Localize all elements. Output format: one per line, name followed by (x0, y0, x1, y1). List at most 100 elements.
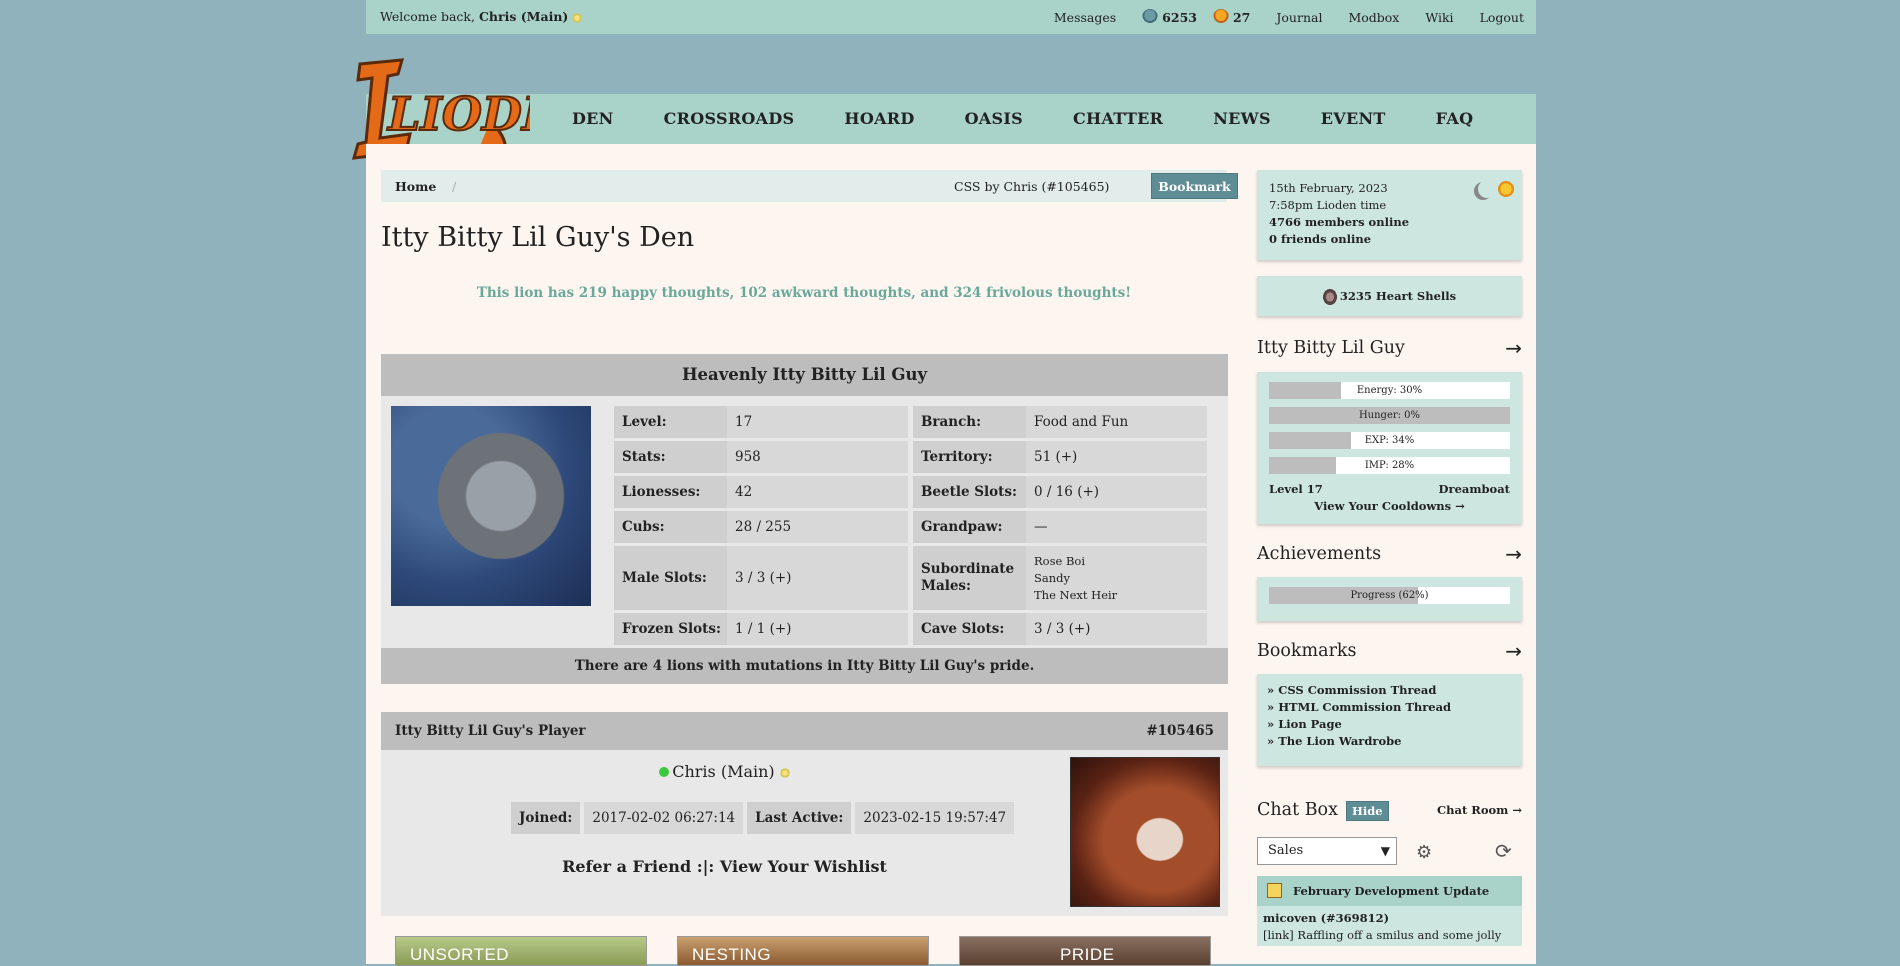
lioden-time: 7:58pm Lioden time (1269, 198, 1387, 212)
sun-icon (1498, 181, 1514, 197)
chat-room-link[interactable]: Chat Room → (1437, 803, 1522, 817)
nav-item-faq[interactable]: FAQ (1436, 109, 1474, 128)
bookmark-link[interactable]: » CSS Commission Thread (1267, 682, 1512, 699)
flower-icon (572, 11, 583, 24)
pride-overview-thumb[interactable]: PRIDE OVERVIEW (959, 936, 1211, 966)
date: 15th February, 2023 (1269, 181, 1388, 195)
thoughts-text: This lion has 219 happy thoughts, 102 aw… (476, 285, 1132, 301)
subordinate-male-link[interactable]: The Next Heir (1034, 587, 1117, 604)
lion-rank: Dreamboat (1438, 482, 1510, 496)
nav-item-hoard[interactable]: HOARD (844, 109, 914, 128)
golden-beetle-icon (1212, 9, 1229, 25)
bookmark-link[interactable]: » Lion Page (1267, 716, 1512, 733)
player-header-title: Itty Bitty Lil Guy's Player (395, 723, 586, 739)
wiki-link[interactable]: Wiki (1425, 9, 1453, 25)
player-dates: Joined: 2017-02-02 06:27:14 Last Active:… (511, 802, 1015, 834)
nav-item-event[interactable]: EVENT (1321, 109, 1386, 128)
nav-item-crossroads[interactable]: CROSSROADS (664, 109, 795, 128)
lion-stats-table: Level: 17 Branch: Food and Fun Stats: 958 Terr… (614, 406, 1207, 648)
cooldowns-link[interactable]: View Your Cooldowns → (1269, 499, 1510, 513)
svg-text:LIODEN: LIODEN (386, 87, 530, 141)
stat-left-0: Level: 17 (614, 406, 908, 438)
lion-image[interactable] (391, 406, 591, 606)
chevron-down-icon: ▼ (1380, 844, 1390, 858)
time-box: 15th February, 2023 7:58pm Lioden time 4… (1257, 170, 1522, 260)
bookmark-link[interactable]: » The Lion Wardrobe (1267, 733, 1512, 750)
chat-message: micoven (#369812) [link] Raffling off a … (1257, 906, 1522, 946)
arrow-right-icon[interactable]: → (1505, 639, 1522, 663)
player-avatar[interactable] (1070, 757, 1220, 907)
lion-status-header[interactable]: Itty Bitty Lil Guy → (1257, 336, 1522, 360)
friends-online[interactable]: 0 friends online (1269, 231, 1510, 248)
bookmarks-header[interactable]: Bookmarks → (1257, 639, 1522, 663)
welcome-text: Welcome back, Chris (Main) (380, 9, 583, 24)
bar-fill (1269, 382, 1342, 399)
player-header: Itty Bitty Lil Guy's Player #105465 (381, 712, 1228, 750)
chat-hide-button[interactable]: Hide (1346, 801, 1389, 821)
bookmark-link[interactable]: » HTML Commission Thread (1267, 699, 1512, 716)
lion-status-box: Energy: 30% Hunger: 0% EXP: 34% IMP: 28% Le… (1257, 372, 1522, 524)
last-active-date: 2023-02-15 19:57:47 (855, 802, 1015, 834)
top-bar: Welcome back, Chris (Main) Messages 6253… (366, 0, 1536, 34)
lion-title: Heavenly Itty Bitty Lil Guy (381, 354, 1228, 396)
chat-channel-select[interactable]: Sales ▼ (1257, 837, 1397, 865)
flower-icon (779, 766, 790, 779)
achievement-progress-bar: Progress (62%) (1269, 587, 1510, 604)
stat-subordinate-males: Subordinate Males: Rose Boi Sandy The Next … (913, 546, 1207, 610)
members-online[interactable]: 4766 members online (1269, 214, 1510, 231)
username-link[interactable]: Chris (Main) (479, 9, 568, 24)
nav-item-chatter[interactable]: CHATTER (1073, 109, 1163, 128)
subordinate-male-link[interactable]: Sandy (1034, 570, 1070, 587)
modbox-link[interactable]: Modbox (1348, 9, 1399, 25)
stat-left-3: Cubs: 28 / 255 (614, 511, 908, 543)
nav-item-oasis[interactable]: OASIS (965, 109, 1023, 128)
bookmarks-box: » CSS Commission Thread» HTML Commission… (1257, 674, 1522, 766)
refer-wishlist-links[interactable]: Refer a Friend :|: View Your Wishlist (381, 857, 1068, 876)
status-bar: EXP: 34% (1269, 432, 1510, 449)
top-nav: Messages 6253 27 Journal Modbox Wiki Log… (1028, 9, 1524, 25)
stat-right-2: Beetle Slots: 0 / 16 (+) (913, 476, 1207, 508)
gb-currency[interactable]: 27 (1212, 9, 1250, 25)
player-id[interactable]: #105465 (1146, 723, 1214, 739)
gear-icon[interactable]: ⚙ (1416, 842, 1432, 863)
chat-message-text: [link] Raffling off a smilus and some jo… (1263, 928, 1502, 946)
note-icon (1267, 883, 1282, 898)
lion-info: Level: 17 Branch: Food and Fun Stats: 958 Terr… (381, 396, 1228, 648)
arrow-right-icon[interactable]: → (1505, 336, 1522, 360)
status-bar: Energy: 30% (1269, 382, 1510, 399)
heart-shells-box[interactable]: 3235 Heart Shells (1257, 276, 1522, 316)
nav-item-news[interactable]: NEWS (1213, 109, 1271, 128)
bar-fill (1269, 432, 1351, 449)
stat-cave-slots: Cave Slots: 3 / 3 (+) (913, 613, 1207, 645)
chat-announcement[interactable]: February Development Update #53! [link] (1257, 876, 1522, 928)
css-credit[interactable]: CSS by Chris (#105465) (954, 179, 1109, 194)
joined-date: 2017-02-02 06:27:14 (584, 802, 744, 834)
stat-male-slots: Male Slots: 3 / 3 (+) (614, 546, 908, 610)
messages-link[interactable]: Messages (1054, 9, 1116, 25)
breadcrumb-separator: / (452, 179, 457, 194)
logout-link[interactable]: Logout (1480, 9, 1524, 25)
nesting-thumb[interactable]: NESTING (677, 936, 929, 966)
achievements-header[interactable]: Achievements → (1257, 542, 1522, 566)
moon-icon (1478, 180, 1496, 198)
page-title: Itty Bitty Lil Guy's Den (381, 222, 695, 253)
sb-currency[interactable]: 6253 (1142, 9, 1197, 25)
player-name[interactable]: Chris (Main) (381, 762, 1068, 781)
chat-message-user[interactable]: micoven (#369812) (1263, 911, 1389, 925)
journal-link[interactable]: Journal (1276, 9, 1322, 25)
breadcrumb-home[interactable]: Home (395, 179, 436, 194)
chat-header: Chat Box Hide Chat Room → (1257, 800, 1522, 821)
unsorted-thumb[interactable]: UNSORTED (395, 936, 647, 966)
refresh-icon[interactable]: ⟳ (1495, 839, 1512, 863)
stat-frozen-slots: Frozen Slots: 1 / 1 (+) (614, 613, 908, 645)
bookmark-button[interactable]: Bookmark (1151, 173, 1238, 199)
lion-level: Level 17 (1269, 482, 1323, 496)
stat-right-3: Grandpaw: — (913, 511, 1207, 543)
main-nav: DEN CROSSROADS HOARD OASIS CHATTER NEWS EVENT F… (366, 94, 1536, 144)
content-panel: Home / CSS by Chris (#105465) Bookmark I… (366, 144, 1536, 966)
stat-right-1: Territory: 51 (+) (913, 441, 1207, 473)
arrow-right-icon[interactable]: → (1505, 542, 1522, 566)
subordinate-male-link[interactable]: Rose Boi (1034, 553, 1085, 570)
mutations-text: There are 4 lions with mutations in Itty… (381, 648, 1228, 684)
nav-item-den[interactable]: DEN (572, 109, 614, 128)
